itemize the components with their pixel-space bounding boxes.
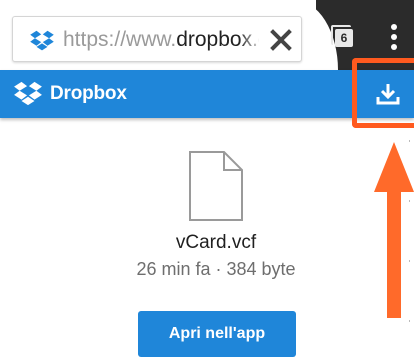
- meta-separator: ·: [215, 259, 222, 279]
- dropbox-logo-icon[interactable]: [12, 81, 44, 107]
- file-meta: 26 min fa · 384 byte: [0, 258, 414, 280]
- url-scheme: https://www.: [63, 28, 177, 51]
- menu-dot: [391, 34, 397, 40]
- file-name: vCard.vcf: [175, 232, 257, 253]
- address-bar[interactable]: https://www.dropbox.com/: [12, 16, 302, 62]
- file-icon: [189, 151, 243, 221]
- dropbox-icon: [30, 30, 54, 51]
- annotation-highlight-box: [352, 58, 414, 128]
- close-icon[interactable]: [267, 26, 295, 54]
- url-fade: [239, 25, 263, 55]
- url-text[interactable]: https://www.dropbox.com/: [63, 27, 259, 53]
- menu-dot: [391, 44, 397, 50]
- annotation-arrow-icon: [374, 142, 414, 318]
- menu-dot: [391, 24, 397, 30]
- open-in-app-button[interactable]: Apri nell'app: [138, 311, 296, 357]
- file-size: 384 byte: [226, 259, 296, 279]
- tab-count: 6: [335, 29, 353, 47]
- brand-name[interactable]: Dropbox: [50, 81, 127, 107]
- tabs-icon[interactable]: 6: [331, 25, 357, 51]
- file-age: 26 min fa: [136, 259, 211, 279]
- more-vert-icon[interactable]: [386, 22, 402, 52]
